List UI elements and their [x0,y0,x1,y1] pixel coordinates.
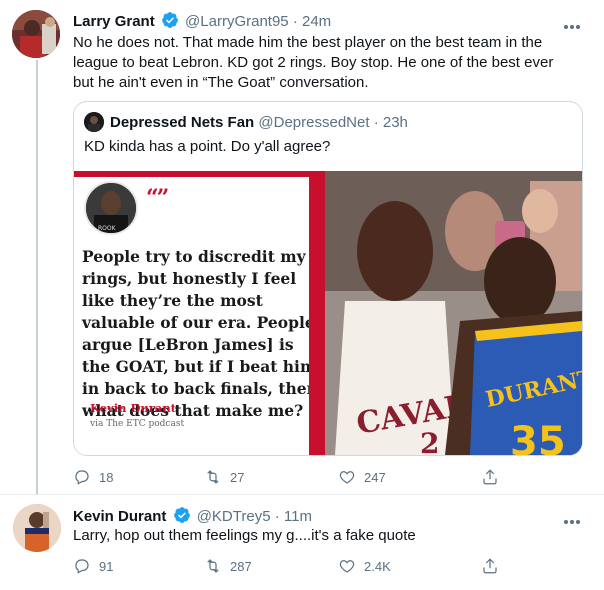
retweet-icon [207,559,219,573]
quoted-timestamp[interactable]: · 23h [374,114,408,131]
user-handle[interactable]: @KDTrey5 [197,508,271,525]
display-name[interactable]: Larry Grant [73,13,155,30]
timestamp[interactable]: · 24m [293,13,331,30]
like-icon [339,560,355,573]
like-button[interactable]: 247 [338,467,386,487]
verified-badge-icon [173,507,190,523]
jersey-left-number: 2 [420,427,439,455]
share-icon [483,469,497,485]
retweet-icon [207,470,219,484]
retweet-button[interactable]: 287 [204,556,252,576]
tweet-larry-grant[interactable]: Larry Grant @LarryGrant95 · 24m No he do… [0,0,604,494]
card-quote-text: People try to discredit my rings, but ho… [82,247,318,420]
quoted-display-name[interactable]: Depressed Nets Fan [110,114,254,131]
more-options-icon[interactable] [564,16,586,29]
retweet-count: 27 [230,469,245,485]
display-name[interactable]: Kevin Durant [73,508,166,525]
like-count: 247 [364,469,386,485]
timestamp[interactable]: · 11m [275,508,312,525]
more-options-icon[interactable] [564,511,586,524]
quoted-avatar[interactable] [84,112,104,132]
quoted-text: KD kinda has a point. Do y'all agree? [84,138,331,155]
quoted-handle[interactable]: @DepressedNet [258,114,369,131]
retweet-button[interactable]: 27 [204,467,244,487]
tweet-text: No he does not. That made him the best p… [73,34,554,91]
card-source: via The ETC podcast [90,419,185,429]
user-handle[interactable]: @LarryGrant95 [185,13,289,30]
like-button[interactable]: 2.4K [338,556,391,576]
share-button[interactable] [481,467,507,487]
tweet-text: Larry, hop out them feelings my g....it'… [73,527,416,544]
like-icon [339,471,355,484]
kd-headshot-image: ROOK [84,181,138,235]
reply-count: 18 [99,469,114,485]
avatar[interactable] [12,10,60,58]
avatar[interactable] [13,504,61,552]
reply-icon [75,559,89,574]
verified-badge-icon [161,12,178,28]
jersey-right-number: 35 [510,419,566,455]
quoted-header: Depressed Nets Fan @DepressedNet · 23h [110,113,408,133]
card-author: Kevin Durant [90,401,176,415]
reply-icon [75,470,89,485]
quoted-tweet[interactable]: Depressed Nets Fan @DepressedNet · 23h K… [73,101,583,456]
like-count: 2.4K [364,558,391,574]
reply-count: 91 [99,558,114,574]
card-top-bar [74,171,324,177]
share-icon [483,558,497,574]
quote-card: ROOK “” People try to discredit my rings… [74,171,324,455]
reply-button[interactable]: 91 [73,556,113,576]
card-divider-stripe [309,171,325,455]
thread-line [36,60,38,494]
svg-text:ROOK: ROOK [98,225,117,232]
players-photo: CAVAL 2 DURANT 35 [325,171,582,455]
tweet-header: Kevin Durant @KDTrey5 · 11m [73,506,312,527]
tweet-header: Larry Grant @LarryGrant95 · 24m [73,11,331,32]
quote-mark-icon: “” [146,185,169,211]
quoted-image[interactable]: ROOK “” People try to discredit my rings… [74,171,582,455]
retweet-count: 287 [230,558,252,574]
tweet-kevin-durant[interactable]: Kevin Durant @KDTrey5 · 11m Larry, hop o… [0,495,604,590]
share-button[interactable] [481,556,507,576]
reply-button[interactable]: 18 [73,467,113,487]
